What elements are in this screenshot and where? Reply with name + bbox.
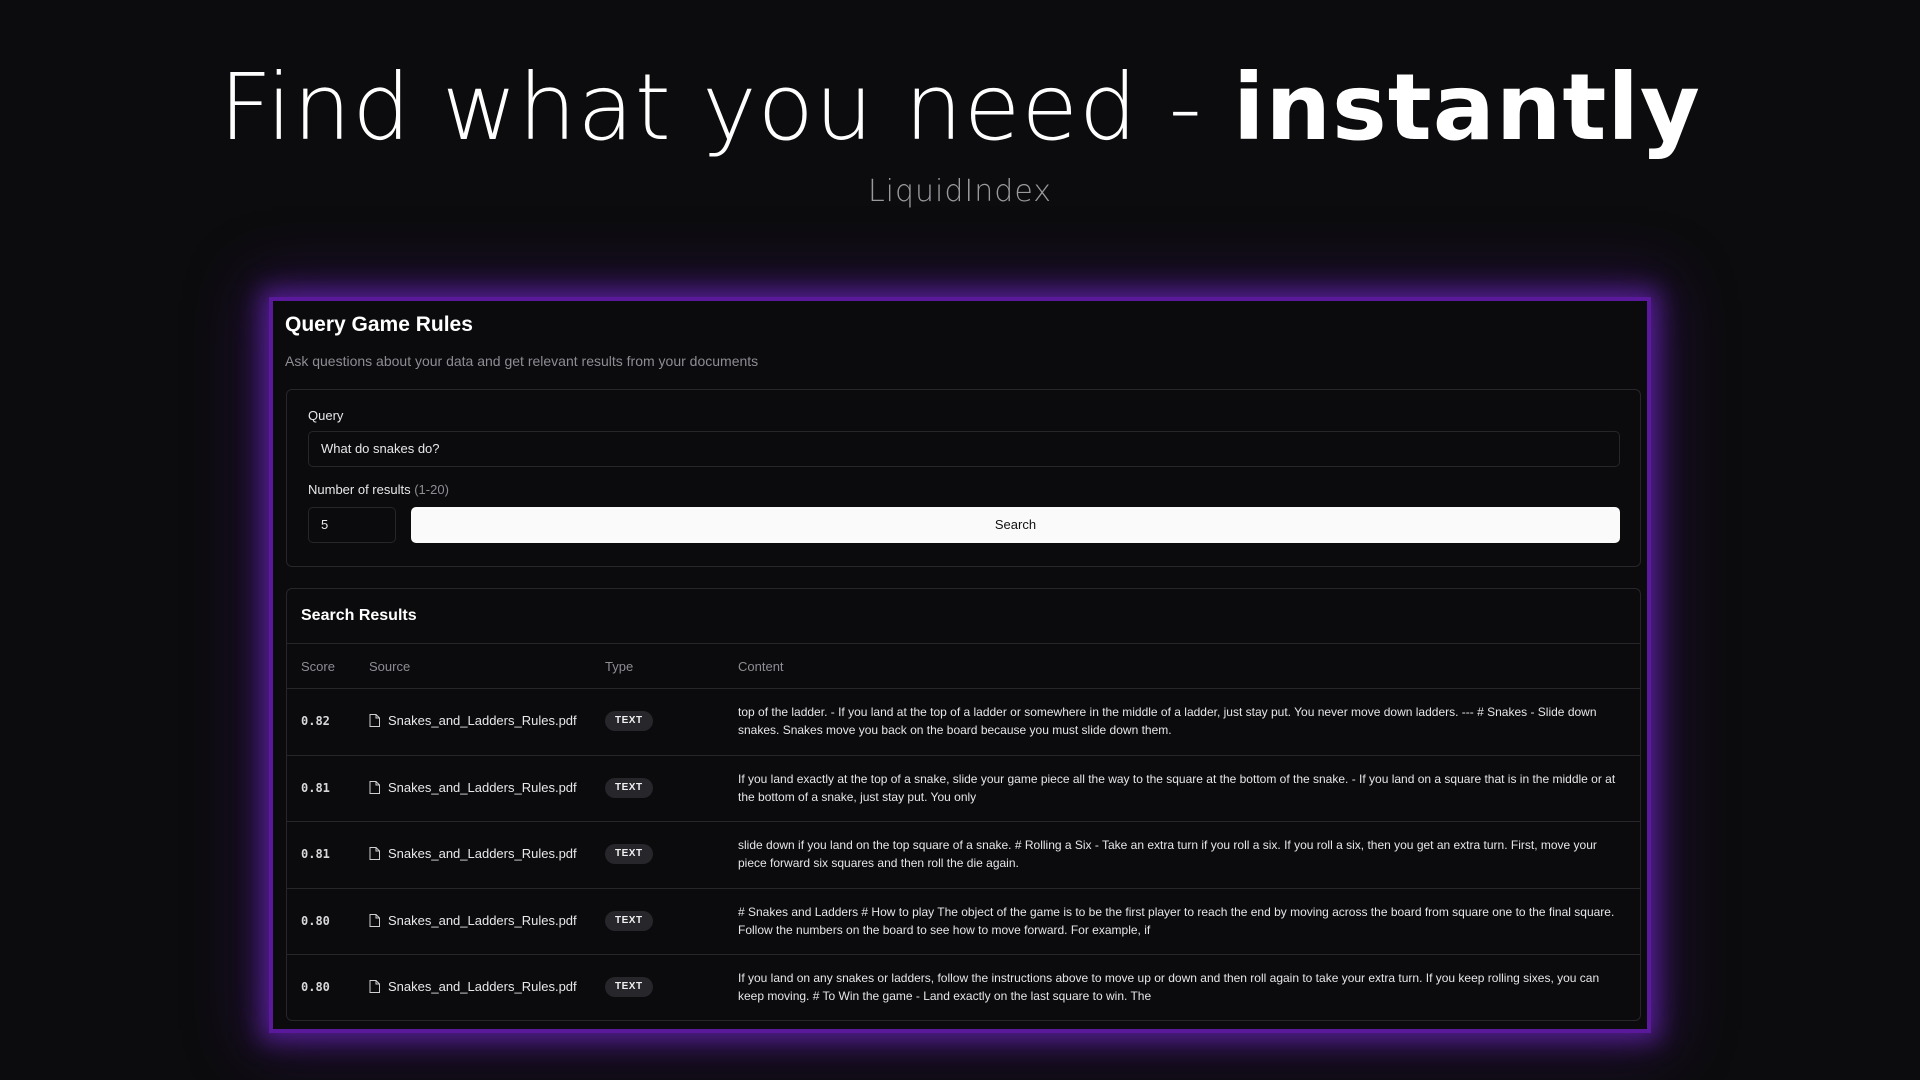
file-icon bbox=[369, 847, 380, 860]
column-header-content: Content bbox=[738, 659, 784, 674]
query-input[interactable]: What do snakes do? bbox=[308, 431, 1620, 467]
result-source-name: Snakes_and_Ladders_Rules.pdf bbox=[388, 846, 577, 861]
result-source-name: Snakes_and_Ladders_Rules.pdf bbox=[388, 912, 577, 928]
result-score: 0.81 bbox=[301, 847, 330, 861]
page-subtitle: Ask questions about your data and get re… bbox=[285, 353, 759, 369]
results-header-divider bbox=[287, 643, 1640, 644]
result-source[interactable]: Snakes_and_Ladders_Rules.pdf bbox=[369, 846, 577, 861]
result-source[interactable]: Snakes_and_Ladders_Rules.pdf bbox=[369, 780, 577, 795]
result-source[interactable]: Snakes_and_Ladders_Rules.pdf bbox=[369, 979, 577, 994]
type-badge: TEXT bbox=[605, 977, 653, 997]
result-score: 0.81 bbox=[301, 780, 330, 795]
result-content: top of the ladder. - If you land at the … bbox=[738, 705, 1597, 737]
file-icon bbox=[369, 780, 380, 794]
column-header-score: Score bbox=[301, 659, 335, 674]
type-badge: TEXT bbox=[605, 777, 653, 798]
table-row[interactable]: 0.81 Snakes_and_Ladders_Rules.pdf TEXT slid… bbox=[287, 821, 1640, 887]
page-title: Query Game Rules bbox=[285, 313, 473, 336]
type-badge: TEXT bbox=[605, 844, 653, 864]
results-title: Search Results bbox=[301, 607, 417, 624]
search-results-panel: Search Results Score Source Type Content… bbox=[286, 588, 1641, 1021]
result-source[interactable]: Snakes_and_Ladders_Rules.pdf bbox=[369, 713, 577, 728]
result-score: 0.80 bbox=[301, 980, 330, 994]
headline-bold: instantly bbox=[1233, 54, 1701, 161]
result-content: If you land exactly at the top of a snak… bbox=[738, 771, 1616, 804]
result-content: slide down if you land on the top square… bbox=[738, 838, 1597, 870]
result-source-name: Snakes_and_Ladders_Rules.pdf bbox=[388, 979, 577, 994]
type-badge: TEXT bbox=[605, 910, 653, 931]
search-button[interactable]: Search bbox=[411, 507, 1620, 543]
app-window: Query Game Rules Ask questions about you… bbox=[269, 297, 1651, 1033]
table-row[interactable]: 0.81 Snakes_and_Ladders_Rules.pdf TEXT If y… bbox=[287, 754, 1640, 821]
table-row[interactable]: 0.82 Snakes_and_Ladders_Rules.pdf TEXT top … bbox=[287, 688, 1640, 754]
results-count-label-text: Number of results bbox=[308, 482, 411, 497]
result-source[interactable]: Snakes_and_Ladders_Rules.pdf bbox=[369, 913, 577, 928]
result-content: If you land on any snakes or ladders, fo… bbox=[738, 971, 1600, 1003]
table-row[interactable]: 0.80 Snakes_and_Ladders_Rules.pdf TEXT # Sn… bbox=[287, 887, 1640, 954]
table-row[interactable]: 0.80 Snakes_and_Ladders_Rules.pdf TEXT If y… bbox=[287, 954, 1640, 1020]
column-header-source: Source bbox=[369, 659, 411, 674]
hero: Find what you need - instantly LiquidInd… bbox=[0, 52, 1920, 209]
result-content: # Snakes and Ladders # How to play The o… bbox=[738, 904, 1615, 937]
result-source-name: Snakes_and_Ladders_Rules.pdf bbox=[388, 779, 577, 795]
results-count-label: Number of results (1-20) bbox=[308, 482, 449, 497]
file-icon bbox=[369, 714, 380, 727]
query-form: Query What do snakes do? Number of resul… bbox=[286, 389, 1641, 567]
type-badge: TEXT bbox=[605, 711, 653, 731]
headline-light: Find what you need - bbox=[219, 54, 1234, 161]
result-score: 0.80 bbox=[301, 913, 330, 928]
file-icon bbox=[369, 980, 380, 993]
column-header-type: Type bbox=[605, 659, 634, 674]
result-score: 0.82 bbox=[301, 714, 330, 728]
file-icon bbox=[369, 913, 380, 927]
result-source-name: Snakes_and_Ladders_Rules.pdf bbox=[388, 713, 577, 728]
query-label: Query bbox=[308, 408, 344, 423]
headline: Find what you need - instantly bbox=[0, 52, 1920, 164]
results-count-hint: (1-20) bbox=[414, 482, 449, 497]
results-count-input[interactable]: 5 bbox=[308, 507, 396, 543]
brand-name: LiquidIndex bbox=[867, 174, 1053, 209]
